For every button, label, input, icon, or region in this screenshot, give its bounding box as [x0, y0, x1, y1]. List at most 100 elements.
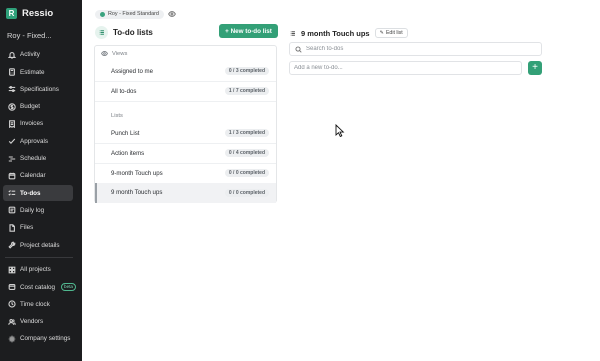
breadcrumb: Roy - Fixed Standard [95, 5, 176, 23]
lists-label: Lists [111, 113, 123, 119]
app-root: R Ressio Roy - Fixed... Activity Estimat… [0, 0, 600, 361]
row-name: Assigned to me [111, 67, 154, 75]
sidebar-item-label: Invoices [20, 120, 44, 128]
dollar-icon [7, 102, 16, 111]
sidebar-item-vendors[interactable]: Vendors [3, 314, 73, 330]
clock-icon [7, 300, 16, 309]
list-row-9-month-touch-ups[interactable]: 9 month Touch ups 0 / 0 completed [95, 183, 276, 203]
todo-lists-panel: Views Assigned to me 0 / 3 completed All… [94, 45, 277, 203]
search-icon [295, 45, 302, 53]
views-label: Views [112, 50, 128, 57]
sidebar-item-label: Schedule [20, 155, 47, 163]
sidebar-item-label: Vendors [20, 318, 44, 326]
project-selector[interactable]: Roy - Fixed... [7, 31, 52, 40]
count-badge: 0 / 0 completed [224, 169, 269, 178]
sidebar-item-label: Project details [20, 241, 60, 249]
gear-icon [7, 334, 16, 343]
project-pill-label: Roy - Fixed Standard [108, 11, 159, 17]
sidebar-item-label: Specifications [20, 85, 59, 93]
log-icon [7, 206, 16, 215]
sidebar-item-calendar[interactable]: Calendar [3, 168, 73, 184]
sidebar-item-project-details[interactable]: Project details [3, 237, 73, 253]
pencil-icon: ✎ [379, 30, 384, 36]
project-dot-icon [100, 11, 105, 17]
sidebar-item-label: To-dos [20, 189, 41, 197]
sidebar-item-company-settings[interactable]: Company settings [3, 331, 73, 347]
project-nav: Activity Estimate Specifications Budget … [3, 47, 73, 255]
invoice-icon [7, 119, 16, 128]
view-row-all[interactable]: All to-dos 1 / 7 completed [95, 82, 276, 102]
users-icon [7, 317, 16, 326]
brand-name: Ressio [22, 8, 54, 19]
list-row-9-month-touch-ups-hyphen[interactable]: 9-month Touch ups 0 / 0 completed [95, 164, 276, 184]
calculator-icon [7, 68, 16, 77]
detail-header: 9 month Touch ups ✎ Edit list [289, 24, 408, 42]
list-row-action-items[interactable]: Action items 0 / 4 completed [95, 144, 276, 164]
sidebar-item-time-clock[interactable]: Time clock [3, 297, 73, 313]
sidebar-item-files[interactable]: Files [3, 220, 73, 236]
row-name: Action items [111, 149, 145, 157]
sidebar-item-schedule[interactable]: Schedule [3, 151, 73, 167]
sidebar-item-budget[interactable]: Budget [3, 99, 73, 115]
sidebar-item-label: Estimate [20, 68, 45, 76]
grid-icon [7, 265, 16, 274]
count-badge: 0 / 4 completed [224, 149, 269, 158]
edit-list-label: Edit list [385, 30, 403, 36]
sidebar-item-daily-log[interactable]: Daily log [3, 203, 73, 219]
count-badge: 0 / 3 completed [224, 67, 269, 76]
row-name: All to-dos [111, 87, 137, 95]
new-todo-list-button[interactable]: + New to-do list [219, 24, 278, 38]
add-todo-field[interactable] [289, 61, 522, 75]
schedule-icon [7, 154, 16, 163]
count-badge: 1 / 3 completed [224, 129, 269, 138]
bell-icon [7, 50, 16, 59]
sidebar-item-cost-catalog[interactable]: Cost catalog beta [3, 279, 76, 295]
row-name: Punch List [111, 129, 140, 137]
view-row-assigned[interactable]: Assigned to me 0 / 3 completed [95, 62, 276, 82]
list-row-punch-list[interactable]: Punch List 1 / 3 completed [95, 124, 276, 144]
sidebar-item-approvals[interactable]: Approvals [3, 133, 73, 149]
edit-list-button[interactable]: ✎ Edit list [374, 28, 408, 38]
sidebar-item-invoices[interactable]: Invoices [3, 116, 73, 132]
lists-section-label: Lists [101, 113, 123, 119]
lists-title: To-do lists [113, 27, 153, 37]
add-todo-input[interactable] [294, 65, 514, 71]
sidebar-item-label: Time clock [20, 300, 50, 308]
sidebar-item-label: Company settings [20, 335, 71, 343]
sidebar-item-label: Files [20, 224, 34, 232]
sidebar-item-label: Activity [20, 51, 40, 59]
sidebar-item-all-projects[interactable]: All projects [3, 262, 73, 278]
search-input[interactable] [306, 46, 526, 52]
add-todo-button[interactable]: + [528, 61, 542, 75]
row-name: 9-month Touch ups [111, 169, 163, 177]
eye-icon[interactable] [168, 5, 176, 23]
count-badge: 0 / 0 completed [224, 188, 269, 197]
sidebar-item-todos[interactable]: To-dos [3, 185, 73, 201]
brand[interactable]: R Ressio [6, 8, 53, 19]
wrench-icon [7, 241, 16, 250]
sidebar-item-activity[interactable]: Activity [3, 47, 73, 63]
file-icon [7, 223, 16, 232]
list-icon [289, 24, 296, 42]
check-icon [7, 137, 16, 146]
sliders-icon [7, 85, 16, 94]
sidebar-item-specifications[interactable]: Specifications [3, 82, 73, 98]
sidebar-item-label: Budget [20, 103, 40, 111]
calendar-icon [7, 171, 16, 180]
company-nav: All projects Cost catalog beta Time cloc… [3, 262, 76, 348]
views-section-label: Views [101, 50, 127, 57]
eye-icon [101, 50, 108, 57]
sidebar-item-label: All projects [20, 266, 51, 274]
mouse-cursor-icon [335, 123, 345, 142]
sidebar-item-estimate[interactable]: Estimate [3, 64, 73, 80]
count-badge: 1 / 7 completed [224, 87, 269, 96]
search-todos[interactable] [289, 42, 542, 56]
sidebar: R Ressio Roy - Fixed... Activity Estimat… [0, 0, 82, 361]
list-icon [95, 25, 108, 39]
sidebar-item-label: Daily log [20, 206, 45, 214]
sidebar-item-label: Calendar [20, 172, 46, 180]
ressio-logo-icon: R [6, 8, 17, 19]
project-pill[interactable]: Roy - Fixed Standard [95, 9, 164, 19]
beta-badge: beta [61, 283, 76, 292]
sidebar-item-label: Cost catalog [20, 283, 56, 291]
